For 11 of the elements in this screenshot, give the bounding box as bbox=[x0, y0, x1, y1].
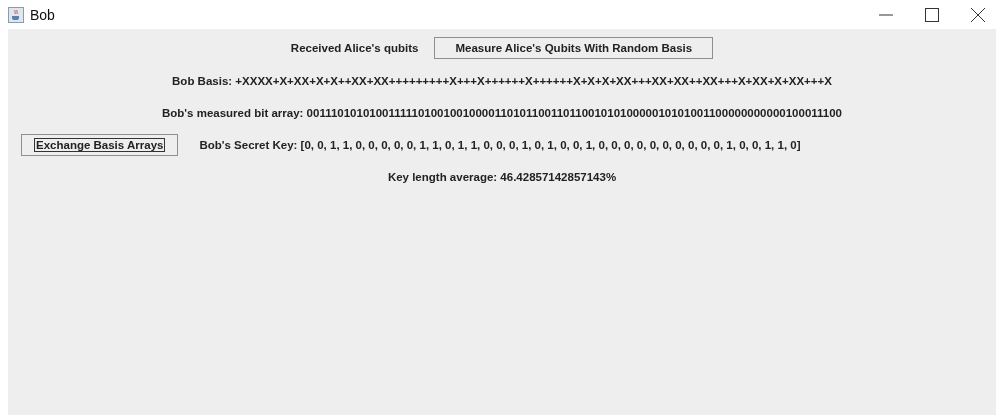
close-icon[interactable] bbox=[970, 6, 986, 23]
bit-array-text: Bob's measured bit array: 0011101010100111110100100100001101011001101100101010000010101001100000000000100011100 bbox=[162, 107, 842, 119]
maximize-icon[interactable] bbox=[924, 6, 940, 23]
key-length-text: Key length average: 46.42857142857143% bbox=[387, 171, 617, 183]
measure-button[interactable]: Measure Alice's Qubits With Random Basis bbox=[434, 37, 714, 59]
exchange-button[interactable]: Exchange Basis Arrays bbox=[21, 134, 179, 156]
java-cup-icon bbox=[8, 6, 24, 23]
secret-key-text: Bob's Secret Key: [0, 0, 1, 1, 0, 0, 0, 0, 0, 1, 1, 0, 1, 1, 0, 0, 0, 1, 0, 1, 0, 0, 1, 0, 0, 0, 0, 0, 0, 0, 0, 0, 0, 1, 0, 0, 1, 1, 0] bbox=[199, 139, 801, 151]
window-title: Bob bbox=[30, 6, 55, 23]
status-label: Received Alice's qubits bbox=[290, 42, 419, 54]
basis-text: Bob Basis: +XXXX+X+XX+X+X++XX+XX+++++++++X+++X++++++X++++++X+X+X+XX+++XX+XX++XX+++X+XX+X+XX+++X bbox=[172, 75, 832, 87]
